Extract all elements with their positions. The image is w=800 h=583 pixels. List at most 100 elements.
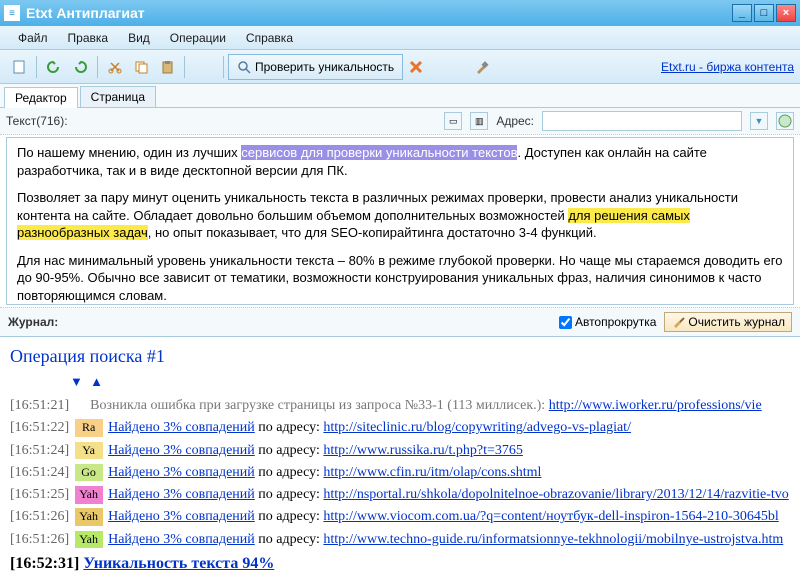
match-url[interactable]: http://www.cfin.ru/itm/olap/cons.shtml <box>323 465 541 480</box>
text-segment: По нашему мнению, один из лучших <box>17 145 241 160</box>
found-link[interactable]: Найдено 3% совпадений <box>108 532 255 547</box>
found-link[interactable]: Найдено 3% совпадений <box>108 443 255 458</box>
menu-ops[interactable]: Операции <box>160 29 236 47</box>
by-address: по адресу: <box>255 509 324 524</box>
timestamp: [16:51:26] <box>10 509 69 524</box>
autoscroll-input[interactable] <box>559 316 572 329</box>
editor-header: Текст(716): ▭ ▥ Адрес: ▼ <box>0 108 800 135</box>
log-body: Операция поиска #1 ▼ ▲ [16:51:21] Возник… <box>0 337 800 583</box>
clear-log-button[interactable]: Очистить журнал <box>664 312 792 332</box>
broom-icon <box>671 315 685 329</box>
autoscroll-checkbox[interactable]: Автопрокрутка <box>559 315 656 329</box>
found-link[interactable]: Найдено 3% совпадений <box>108 465 255 480</box>
address-input[interactable] <box>542 111 742 131</box>
log-line: [16:51:26] Yah Найдено 3% совпадений по … <box>10 507 790 527</box>
app-icon: ≡ <box>4 5 20 21</box>
error-text: Возникла ошибка при загрузке страницы из… <box>90 398 549 413</box>
check-uniqueness-button[interactable]: Проверить уникальность <box>228 54 403 80</box>
log-line: [16:51:24] Ya Найдено 3% совпадений по а… <box>10 441 790 461</box>
operation-title: Операция поиска #1 <box>10 343 790 369</box>
match-url[interactable]: http://www.viocom.com.ua/?q=content/ноут… <box>323 509 778 524</box>
toolbar: Проверить уникальность Etxt.ru - биржа к… <box>0 50 800 84</box>
menu-help[interactable]: Справка <box>236 29 303 47</box>
separator <box>223 56 224 78</box>
menu-view[interactable]: Вид <box>118 29 160 47</box>
log-error-line: [16:51:21] Возникла ошибка при загрузке … <box>10 396 790 416</box>
editor-tabs: Редактор Страница <box>0 84 800 108</box>
result-line: [16:52:31] Уникальность текста 94% <box>10 552 790 575</box>
separator <box>97 56 98 78</box>
cancel-icon[interactable] <box>404 55 428 79</box>
menubar: Файл Правка Вид Операции Справка <box>0 26 800 50</box>
separator <box>184 56 185 78</box>
clear-label: Очистить журнал <box>688 315 785 329</box>
timestamp: [16:51:24] <box>10 443 69 458</box>
search-engine-badge: Yah <box>75 531 103 548</box>
search-engine-badge: Go <box>75 464 103 481</box>
maximize-button[interactable]: □ <box>754 4 774 22</box>
log-line: [16:51:26] Yah Найдено 3% совпадений по … <box>10 530 790 550</box>
log-title: Журнал: <box>8 315 58 329</box>
address-label: Адрес: <box>496 114 534 128</box>
log-line: [16:51:25] Yah Найдено 3% совпадений по … <box>10 485 790 505</box>
menu-file[interactable]: Файл <box>8 29 58 47</box>
by-address: по адресу: <box>255 465 324 480</box>
check-label: Проверить уникальность <box>255 60 394 74</box>
hammer-icon[interactable] <box>470 55 494 79</box>
search-engine-badge: Yah <box>75 508 103 525</box>
by-address: по адресу: <box>255 532 324 547</box>
match-url[interactable]: http://www.techno-guide.ru/informatsionn… <box>323 532 783 547</box>
globe-icon[interactable] <box>776 112 794 130</box>
match-url[interactable]: http://siteclinic.ru/blog/copywriting/ad… <box>323 420 631 435</box>
editor-textarea[interactable]: По нашему мнению, один из лучших сервисо… <box>6 137 794 305</box>
app-title: Etxt Антиплагиат <box>26 5 732 21</box>
match-url[interactable]: http://www.russika.ru/t.php?t=3765 <box>323 443 522 458</box>
menu-edit[interactable]: Правка <box>58 29 119 47</box>
text-count-label: Текст(716): <box>6 114 68 128</box>
cut-icon[interactable] <box>103 55 127 79</box>
search-engine-badge: Ya <box>75 442 103 459</box>
log-line: [16:51:24] Go Найдено 3% совпадений по а… <box>10 463 790 483</box>
sort-arrows[interactable]: ▼ ▲ <box>70 373 790 392</box>
titlebar: ≡ Etxt Антиплагиат _ □ × <box>0 0 800 26</box>
new-icon[interactable] <box>7 55 31 79</box>
close-button[interactable]: × <box>776 4 796 22</box>
undo-icon[interactable] <box>42 55 66 79</box>
timestamp: [16:51:25] <box>10 487 69 502</box>
paste-icon[interactable] <box>155 55 179 79</box>
tab-editor[interactable]: Редактор <box>4 87 78 108</box>
search-icon <box>237 60 251 74</box>
window-mode-icon[interactable]: ▭ <box>444 112 462 130</box>
timestamp: [16:51:26] <box>10 532 69 547</box>
text-highlight-blue: сервисов для проверки уникальности текст… <box>241 145 517 160</box>
by-address: по адресу: <box>255 487 324 502</box>
by-address: по адресу: <box>255 420 324 435</box>
text-segment: , но опыт показывает, что для SEO-копира… <box>148 225 597 240</box>
found-link[interactable]: Найдено 3% совпадений <box>108 487 255 502</box>
separator <box>36 56 37 78</box>
uniqueness-result: Уникальность текста 94% <box>83 555 274 572</box>
split-mode-icon[interactable]: ▥ <box>470 112 488 130</box>
error-url[interactable]: http://www.iworker.ru/professions/vie <box>549 398 762 413</box>
autoscroll-label: Автопрокрутка <box>575 315 656 329</box>
log-header: Журнал: Автопрокрутка Очистить журнал <box>0 307 800 337</box>
timestamp: [16:51:24] <box>10 465 69 480</box>
found-link[interactable]: Найдено 3% совпадений <box>108 420 255 435</box>
result-timestamp: [16:52:31] <box>10 555 83 572</box>
search-engine-badge: Yah <box>75 486 103 503</box>
text-segment: Для нас минимальный уровень уникальности… <box>17 252 783 305</box>
match-url[interactable]: http://nsportal.ru/shkola/dopolnitelnoe-… <box>323 487 788 502</box>
copy-icon[interactable] <box>129 55 153 79</box>
timestamp: [16:51:21] <box>10 398 69 413</box>
dropdown-icon[interactable]: ▼ <box>750 112 768 130</box>
by-address: по адресу: <box>255 443 324 458</box>
etxt-link[interactable]: Etxt.ru - биржа контента <box>661 60 794 74</box>
tab-page[interactable]: Страница <box>80 86 156 107</box>
window-controls: _ □ × <box>732 4 796 22</box>
found-link[interactable]: Найдено 3% совпадений <box>108 509 255 524</box>
redo-icon[interactable] <box>68 55 92 79</box>
timestamp: [16:51:22] <box>10 420 69 435</box>
search-engine-badge: Ra <box>75 419 103 436</box>
log-line: [16:51:22] Ra Найдено 3% совпадений по а… <box>10 418 790 438</box>
minimize-button[interactable]: _ <box>732 4 752 22</box>
